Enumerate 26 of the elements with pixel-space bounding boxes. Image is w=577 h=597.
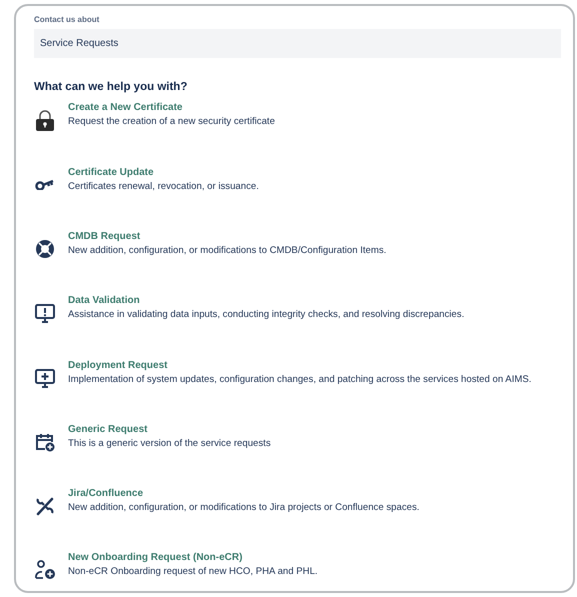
monitor-plus-icon (34, 366, 56, 389)
request-type-link[interactable]: Deployment Request (68, 358, 532, 372)
tools-icon (34, 495, 56, 518)
monitor-alert-icon (34, 302, 56, 324)
request-description: Assistance in validating data inputs, conducting integrity checks, and resolving discrepancies. (68, 309, 464, 322)
request-type-link[interactable]: Generic Request (68, 422, 271, 436)
request-description: Request the creation of a new security certificate (68, 116, 275, 129)
request-description: Implementation of system updates, configuration changes, and patching across the services hosted on AIMS. (68, 374, 532, 386)
request-description: Non-eCR Onboarding request of new HCO, PHA and PHL. (68, 566, 318, 579)
request-type-link[interactable]: CMDB Request (68, 230, 386, 243)
request-type-link[interactable]: New Onboarding Request (Non-eCR) (68, 551, 318, 564)
request-description: This is a generic version of the service requests (68, 438, 271, 450)
key-icon (34, 178, 56, 190)
request-description: New addition, configuration, or modifications to Jira projects or Confluence spaces. (68, 502, 420, 515)
user-plus-icon (34, 559, 56, 582)
request-type-link[interactable]: Data Validation (68, 294, 464, 308)
contact-field[interactable]: Service Requests (34, 29, 561, 58)
request-description: Certificates renewal, revocation, or issuance. (68, 180, 259, 194)
request-type-link[interactable]: Certificate Update (68, 166, 259, 179)
lifebuoy-icon (34, 238, 56, 260)
request-description: New addition, configuration, or modifications to CMDB/Configuration Items. (68, 244, 386, 258)
request-type-link[interactable]: Create a New Certificate (68, 101, 275, 114)
padlock-icon (34, 109, 56, 132)
field-label: Contact us about (34, 15, 100, 26)
section-heading: What can we help you with? (34, 80, 188, 96)
request-type-link[interactable]: Jira/Confluence (68, 487, 420, 500)
